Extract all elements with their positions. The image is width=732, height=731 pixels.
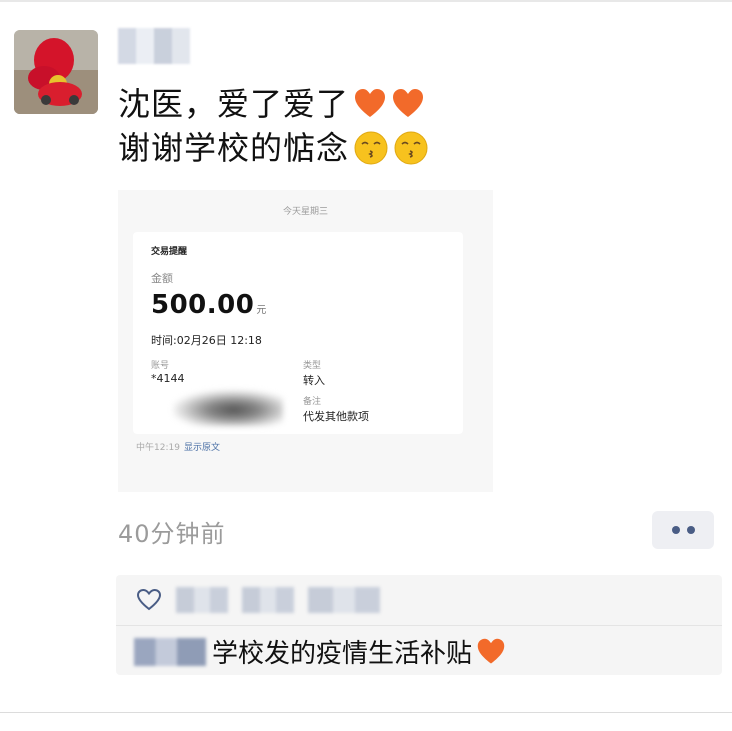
account-value: *4144 — [151, 372, 185, 385]
comment-text: 学校发的疫情生活补贴 — [212, 639, 473, 669]
bottom-border — [0, 712, 732, 713]
post-line-1: 沈医，爱了爱了 — [118, 82, 678, 126]
note-value: 代发其他款项 — [303, 410, 369, 423]
redaction-smudge — [173, 390, 283, 426]
nickname-blurred[interactable] — [118, 28, 190, 64]
comment[interactable]: 学校发的疫情生活补贴 — [134, 633, 506, 670]
type-label: 类型 — [303, 361, 322, 371]
post-text: 沈医，爱了爱了 谢谢学校的惦念 — [118, 82, 678, 170]
post-line-2: 谢谢学校的惦念 — [118, 126, 678, 170]
liker-name-blurred[interactable] — [308, 587, 380, 613]
show-original-link[interactable]: 显示原文 — [184, 443, 220, 453]
card-title: 交易提醒 — [151, 247, 188, 257]
type-value: 转入 — [303, 374, 325, 387]
account-label: 账号 — [151, 361, 170, 371]
liker-name-blurred[interactable] — [176, 587, 228, 613]
avatar[interactable] — [14, 30, 98, 114]
like-heart-outline-icon — [136, 588, 162, 611]
kiss-emoji-icon — [394, 131, 428, 165]
amount-label: 金额 — [151, 272, 173, 285]
commenter-name-blurred[interactable] — [134, 637, 206, 666]
more-options-button[interactable] — [652, 511, 714, 549]
divider — [116, 625, 722, 626]
heart-emoji-icon — [355, 89, 386, 117]
kiss-emoji-icon — [354, 131, 388, 165]
avatar-photo — [14, 30, 98, 114]
amount-value: 500.00 元 — [151, 290, 267, 320]
amount-unit: 元 — [256, 305, 267, 316]
post-line-1-text: 沈医，爱了爱了 — [118, 85, 350, 123]
post-line-2-text: 谢谢学校的惦念 — [118, 129, 350, 167]
post-image[interactable]: 今天星期三 交易提醒 金额 500.00 元 时间:02月26日 12:18 账号… — [118, 190, 493, 492]
note-label: 备注 — [303, 397, 322, 407]
heart-emoji-icon — [477, 638, 505, 663]
likes-comments-panel: 学校发的疫情生活补贴 — [116, 575, 722, 675]
post-time: 40分钟前 — [118, 520, 226, 548]
liker-name-blurred[interactable] — [242, 587, 294, 613]
message-date-header: 今天星期三 — [282, 207, 328, 217]
top-border — [0, 0, 732, 2]
amount-number: 500.00 — [151, 290, 255, 320]
dot-icon — [686, 526, 695, 534]
transaction-time: 时间:02月26日 12:18 — [151, 334, 262, 347]
message-time: 中午12:19 — [136, 443, 180, 453]
transaction-card: 交易提醒 金额 500.00 元 时间:02月26日 12:18 账号 *4144… — [133, 232, 463, 434]
message-footer: 中午12:19 显示原文 — [136, 440, 220, 453]
dot-icon — [671, 526, 680, 534]
heart-emoji-icon — [393, 89, 424, 117]
likes-row — [136, 585, 380, 615]
